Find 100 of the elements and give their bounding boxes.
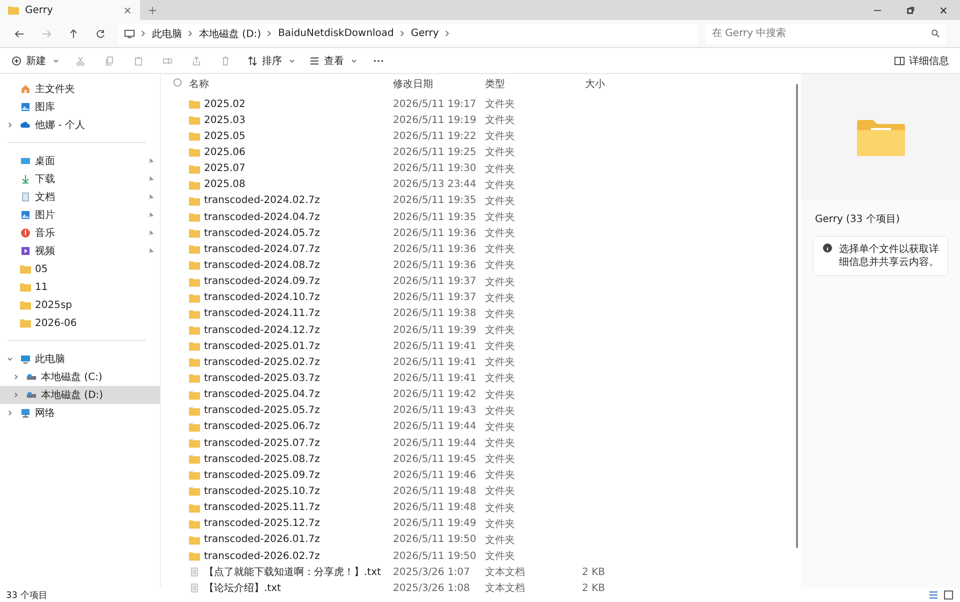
- file-name[interactable]: transcoded-2024.08.7z: [204, 260, 320, 271]
- refresh-icon[interactable]: [95, 28, 106, 38]
- close-icon[interactable]: [123, 6, 132, 14]
- back-arrow-icon[interactable]: [14, 28, 25, 38]
- view-button[interactable]: 查看: [304, 50, 362, 70]
- chevron-right-icon[interactable]: [7, 122, 13, 128]
- cut-icon[interactable]: [75, 56, 86, 66]
- new-tab-icon[interactable]: [148, 6, 157, 14]
- scrollbar[interactable]: [796, 84, 798, 548]
- sidebar-item[interactable]: 主文件夹: [0, 80, 160, 98]
- rename-icon[interactable]: [162, 56, 173, 66]
- sidebar-item[interactable]: 文档: [0, 188, 160, 206]
- modified-date: 2026/5/11 19:41: [393, 340, 478, 352]
- sidebar-item[interactable]: 视频: [0, 242, 160, 260]
- sidebar-item[interactable]: 本地磁盘 (C:): [0, 368, 160, 386]
- sidebar-item[interactable]: 05: [0, 260, 160, 278]
- details-view-icon[interactable]: [928, 590, 939, 600]
- sidebar-item[interactable]: 2026-06: [0, 314, 160, 332]
- breadcrumb[interactable]: 此电脑: [152, 26, 182, 40]
- file-name[interactable]: transcoded-2024.12.7z: [204, 324, 320, 336]
- file-name[interactable]: transcoded-2024.05.7z: [204, 228, 320, 239]
- file-name[interactable]: transcoded-2024.09.7z: [204, 276, 320, 288]
- tiles-view-icon[interactable]: [943, 590, 954, 600]
- pin-icon[interactable]: [147, 230, 154, 236]
- file-name[interactable]: transcoded-2026.01.7z: [204, 534, 320, 546]
- pin-icon[interactable]: [147, 194, 154, 200]
- pin-icon[interactable]: [147, 158, 154, 164]
- file-name[interactable]: transcoded-2025.07.7z: [204, 438, 320, 449]
- file-name[interactable]: transcoded-2025.03.7z: [204, 372, 320, 384]
- file-name[interactable]: transcoded-2024.11.7z: [204, 308, 320, 320]
- sidebar-item[interactable]: 音乐: [0, 224, 160, 242]
- sidebar-item[interactable]: 桌面: [0, 152, 160, 170]
- file-name[interactable]: 2025.08: [204, 179, 246, 190]
- sort-button[interactable]: 排序: [242, 50, 300, 70]
- modified-date: 2025/3/26 1:08: [393, 582, 471, 594]
- modified-date: 2026/5/13 23:44: [393, 179, 478, 190]
- breadcrumb[interactable]: BaiduNetdiskDownload: [278, 28, 394, 39]
- column-header[interactable]: 名称: [189, 77, 393, 91]
- caret-icon: [289, 58, 295, 62]
- chevron-right-icon[interactable]: [13, 374, 19, 380]
- file-name[interactable]: transcoded-2025.05.7z: [204, 405, 320, 416]
- file-name[interactable]: transcoded-2025.08.7z: [204, 454, 320, 465]
- file-name[interactable]: transcoded-2024.02.7z: [204, 195, 320, 206]
- picture-icon: [20, 102, 31, 112]
- file-name[interactable]: 2025.06: [204, 146, 246, 158]
- restore-icon[interactable]: [906, 6, 915, 14]
- sidebar-item[interactable]: 图库: [0, 98, 160, 116]
- sidebar-item[interactable]: 下载: [0, 170, 160, 188]
- sidebar-item[interactable]: 本地磁盘 (D:): [0, 386, 160, 404]
- sidebar-item[interactable]: 他娜 - 个人: [0, 116, 160, 134]
- details-button[interactable]: 详细信息: [889, 50, 954, 70]
- file-name[interactable]: transcoded-2024.04.7z: [204, 212, 320, 223]
- modified-date: 2026/5/11 19:46: [393, 470, 478, 481]
- window-tab[interactable]: Gerry: [0, 0, 140, 20]
- breadcrumb[interactable]: 本地磁盘 (D:): [199, 26, 262, 40]
- chevron-right-icon[interactable]: [7, 410, 13, 416]
- checkbox[interactable]: [173, 78, 182, 87]
- file-name[interactable]: transcoded-2025.06.7z: [204, 421, 320, 432]
- sidebar-item[interactable]: 图片: [0, 206, 160, 224]
- sidebar-item[interactable]: 2025sp: [0, 296, 160, 314]
- file-name[interactable]: 2025.02: [204, 98, 246, 110]
- up-arrow-icon[interactable]: [68, 28, 79, 38]
- column-header[interactable]: 修改日期: [393, 77, 485, 91]
- file-name[interactable]: transcoded-2025.11.7z: [204, 502, 320, 514]
- paste-icon[interactable]: [133, 56, 144, 66]
- breadcrumb[interactable]: Gerry: [410, 28, 439, 39]
- chevron-right-icon[interactable]: [13, 392, 19, 398]
- file-name[interactable]: transcoded-2025.02.7z: [204, 356, 320, 368]
- sidebar-item[interactable]: 此电脑: [0, 350, 160, 368]
- chevron-down-icon[interactable]: [7, 356, 13, 362]
- forward-arrow-icon[interactable]: [41, 28, 52, 38]
- search-field[interactable]: 在 Gerry 中搜索: [706, 24, 946, 44]
- trash-icon[interactable]: [220, 56, 231, 66]
- file-name[interactable]: transcoded-2025.12.7z: [204, 518, 320, 530]
- sidebar-item[interactable]: 11: [0, 278, 160, 296]
- file-name[interactable]: transcoded-2025.04.7z: [204, 389, 320, 400]
- file-name[interactable]: transcoded-2024.07.7z: [204, 244, 320, 255]
- new-button[interactable]: 新建: [6, 50, 64, 70]
- pin-icon[interactable]: [147, 212, 154, 218]
- file-name[interactable]: 2025.07: [204, 163, 246, 174]
- file-name[interactable]: transcoded-2025.10.7z: [204, 486, 320, 497]
- copy-icon[interactable]: [104, 56, 115, 66]
- file-name[interactable]: 2025.03: [204, 114, 246, 126]
- column-header[interactable]: 大小: [555, 77, 605, 91]
- column-header[interactable]: 类型: [485, 77, 555, 91]
- address-bar[interactable]: 此电脑 本地磁盘 (D:) BaiduNetdiskDownload Gerry: [118, 24, 698, 44]
- share-icon[interactable]: [191, 56, 202, 66]
- file-name[interactable]: 【点了就能下载知道啊：分享虎！】.txt: [204, 565, 381, 580]
- folder-icon: [20, 282, 31, 292]
- file-name[interactable]: transcoded-2026.02.7z: [204, 550, 320, 562]
- file-name[interactable]: 2025.05: [204, 130, 246, 142]
- file-type: 文件夹: [485, 258, 516, 272]
- file-name[interactable]: transcoded-2024.10.7z: [204, 292, 320, 304]
- close-icon[interactable]: [939, 6, 948, 14]
- pin-icon[interactable]: [147, 248, 154, 254]
- pin-icon[interactable]: [147, 176, 154, 182]
- sidebar-item[interactable]: 网络: [0, 404, 160, 422]
- file-name[interactable]: transcoded-2025.01.7z: [204, 340, 320, 352]
- file-name[interactable]: transcoded-2025.09.7z: [204, 470, 320, 481]
- file-name[interactable]: 【论坛介绍】.txt: [204, 581, 281, 596]
